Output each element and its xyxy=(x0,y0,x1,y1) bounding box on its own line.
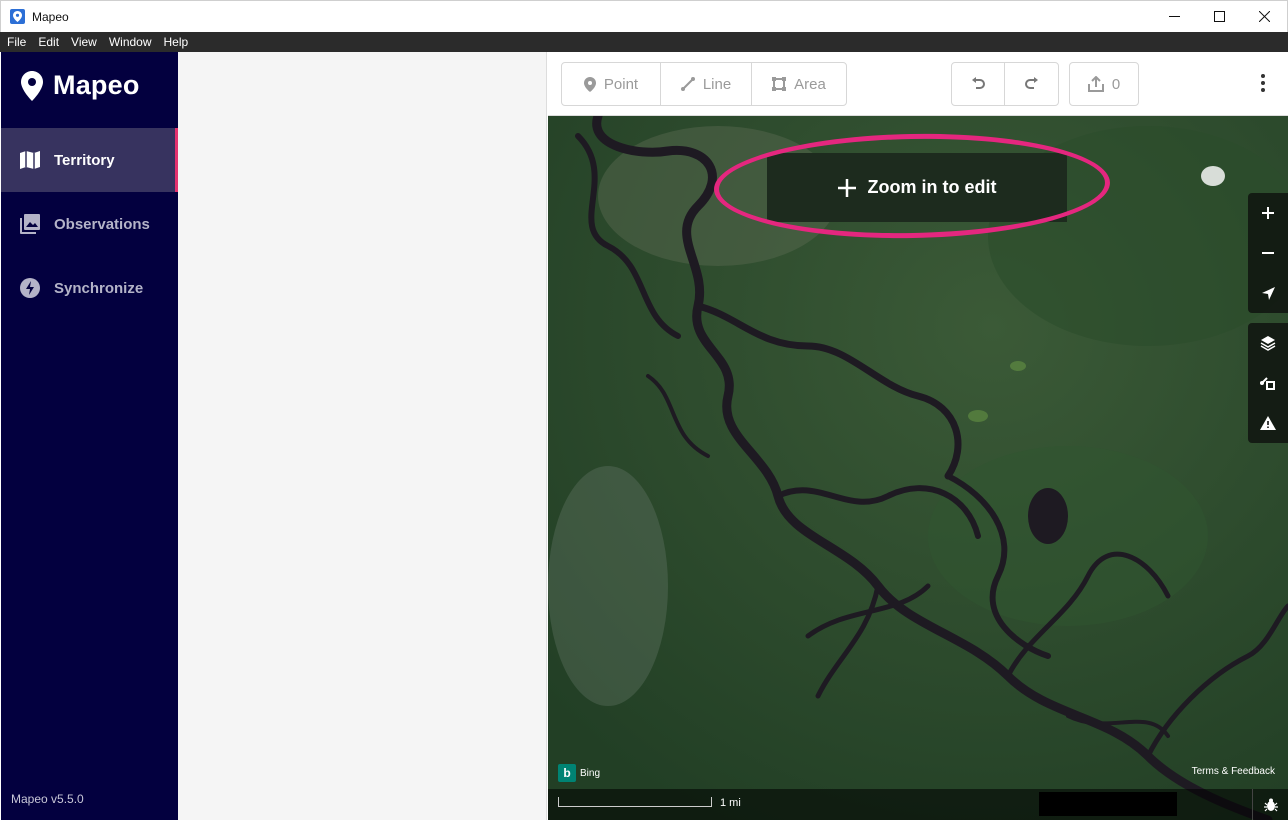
line-button[interactable]: Line xyxy=(661,63,752,105)
terms-feedback-link[interactable]: Terms & Feedback xyxy=(1192,766,1275,777)
point-button[interactable]: Point xyxy=(562,63,661,105)
menu-edit[interactable]: Edit xyxy=(38,35,59,49)
app-version: Mapeo v5.5.0 xyxy=(11,792,84,806)
layers-icon xyxy=(1260,336,1276,351)
map-toolbar: Point Line Area 0 xyxy=(548,52,1288,116)
close-button[interactable] xyxy=(1241,1,1287,32)
app-icon xyxy=(10,9,25,24)
sidebar: Mapeo Territory Observations Synchronize… xyxy=(1,52,178,820)
brand-name: Mapeo xyxy=(53,70,140,100)
map-icon xyxy=(20,151,40,169)
warning-icon xyxy=(1260,416,1276,430)
sidebar-item-territory[interactable]: Territory xyxy=(1,128,178,192)
brand: Mapeo xyxy=(21,70,140,101)
area-button[interactable]: Area xyxy=(752,63,846,105)
upload-button[interactable]: 0 xyxy=(1070,63,1138,105)
map-pin-icon xyxy=(21,70,43,101)
menu-file[interactable]: File xyxy=(7,35,26,49)
line-label: Line xyxy=(702,75,732,93)
sidebar-item-label: Territory xyxy=(54,151,115,169)
area-label: Area xyxy=(794,75,826,93)
sidebar-item-observations[interactable]: Observations xyxy=(1,192,178,256)
data-tool-button[interactable] xyxy=(1248,363,1288,403)
sidebar-item-label: Observations xyxy=(54,215,150,233)
upload-icon xyxy=(1087,76,1104,92)
menu-bar: File Edit View Window Help xyxy=(0,32,1288,52)
zoom-out-button[interactable] xyxy=(1248,233,1288,273)
data-icon xyxy=(1260,377,1275,390)
point-label: Point xyxy=(603,75,639,93)
redo-button[interactable] xyxy=(1005,63,1058,105)
attribution-text: Bing xyxy=(580,767,601,779)
redacted-area xyxy=(1039,792,1177,816)
upload-count: 0 xyxy=(1111,75,1121,93)
plus-icon xyxy=(1262,207,1274,219)
history-group xyxy=(951,62,1059,106)
sidebar-item-label: Synchronize xyxy=(54,279,144,297)
more-menu-icon[interactable] xyxy=(1260,74,1266,94)
point-icon xyxy=(583,76,596,92)
undo-button[interactable] xyxy=(952,63,1005,105)
layers-button[interactable] xyxy=(1248,323,1288,363)
draw-mode-group: Point Line Area xyxy=(561,62,847,106)
bing-logo-icon: b xyxy=(558,764,576,782)
side-panel xyxy=(178,52,547,820)
report-bug-button[interactable] xyxy=(1252,789,1288,820)
bug-icon xyxy=(1263,798,1278,811)
zoom-in-button[interactable] xyxy=(1248,193,1288,233)
photo-library-icon xyxy=(20,214,40,234)
redo-icon xyxy=(1024,77,1038,89)
bing-attribution[interactable]: b Bing xyxy=(558,764,600,782)
scale-label: 1 mi xyxy=(720,797,741,809)
window-titlebar: Mapeo xyxy=(0,0,1288,32)
scale-bar xyxy=(558,797,712,807)
menu-help[interactable]: Help xyxy=(164,35,189,49)
issues-button[interactable] xyxy=(1248,403,1288,443)
zoom-controls xyxy=(1248,193,1288,313)
geolocate-button[interactable] xyxy=(1248,273,1288,313)
menu-window[interactable]: Window xyxy=(109,35,152,49)
minimize-button[interactable] xyxy=(1151,1,1197,32)
upload-group: 0 xyxy=(1069,62,1139,106)
maximize-button[interactable] xyxy=(1196,1,1242,32)
map-footer: 1 mi xyxy=(548,789,1288,820)
area-icon xyxy=(772,77,787,91)
menu-view[interactable]: View xyxy=(71,35,97,49)
map-tools xyxy=(1248,323,1288,443)
undo-icon xyxy=(972,77,985,89)
location-arrow-icon xyxy=(1261,286,1275,300)
map-view[interactable]: Zoom in to edit b Bing Terms & Feedback … xyxy=(548,116,1288,820)
sidebar-item-synchronize[interactable]: Synchronize xyxy=(1,256,178,320)
line-icon xyxy=(680,77,695,91)
flash-icon xyxy=(20,278,40,298)
window-title: Mapeo xyxy=(32,10,69,24)
minus-icon xyxy=(1262,252,1274,254)
